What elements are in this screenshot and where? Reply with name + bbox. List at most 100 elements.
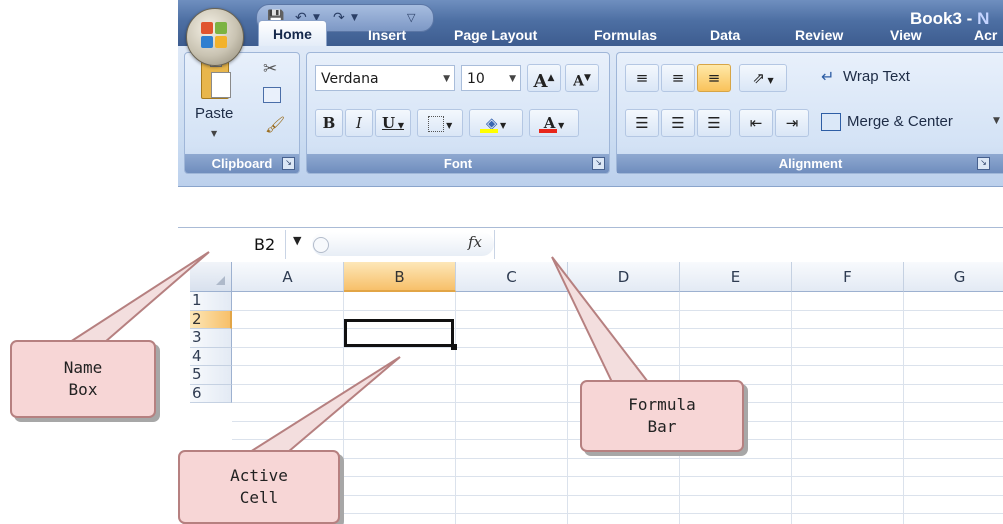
- callout-formula-bar: Formula Bar: [580, 380, 744, 452]
- column-header-d[interactable]: D: [568, 262, 680, 292]
- fill-handle[interactable]: [451, 344, 457, 350]
- active-cell-b2[interactable]: [344, 319, 454, 347]
- grow-font-label: A: [533, 71, 548, 92]
- font-size-select[interactable]: 10 ▼: [461, 65, 521, 91]
- column-header-e[interactable]: E: [680, 262, 792, 292]
- orientation-button[interactable]: ⇗ ▼: [739, 64, 787, 92]
- align-left-button[interactable]: ☰: [625, 109, 659, 137]
- row-gridline: [232, 457, 1003, 459]
- alignment-group-label: Alignment: [617, 154, 1003, 173]
- office-button[interactable]: [186, 8, 244, 66]
- align-center-icon: ☰: [671, 114, 685, 132]
- callout-active-cell: Active Cell: [178, 450, 340, 524]
- decrease-indent-button[interactable]: ⇤: [739, 109, 773, 137]
- formula-input[interactable]: [494, 230, 1003, 259]
- grow-font-button[interactable]: A▲: [527, 64, 561, 92]
- merge-center-icon: [821, 113, 841, 131]
- name-box[interactable]: B2: [184, 230, 286, 259]
- font-name-select[interactable]: Verdana ▼: [315, 65, 455, 91]
- formula-bar: B2 ▼ fx: [178, 227, 1003, 263]
- row-header-3[interactable]: 3: [190, 329, 232, 348]
- select-all-icon: [216, 276, 225, 285]
- middle-align-icon: ≡: [671, 69, 685, 87]
- tab-formulas[interactable]: Formulas: [594, 24, 657, 46]
- row-gridline: [232, 476, 1003, 477]
- tab-home[interactable]: Home: [258, 20, 327, 47]
- italic-button[interactable]: I: [345, 109, 373, 137]
- alignment-launcher-icon[interactable]: ↘: [977, 157, 990, 170]
- column-header-b[interactable]: B: [344, 262, 456, 292]
- column-gridline: [791, 292, 792, 524]
- column-header-g[interactable]: G: [904, 262, 1003, 292]
- font-size-value: 10: [467, 71, 485, 87]
- font-launcher-icon[interactable]: ↘: [592, 157, 605, 170]
- cancel-entry-icon[interactable]: [313, 237, 329, 253]
- clipboard-group: Paste ▼ ✂ 🖌 Clipboard ↘: [184, 52, 300, 174]
- top-align-button[interactable]: ≡: [625, 64, 659, 92]
- wrap-text-label: Wrap Text: [843, 68, 910, 85]
- font-color-button[interactable]: A ▼: [529, 109, 579, 137]
- tab-acrobat[interactable]: Acr: [974, 24, 997, 46]
- ribbon-tabs: Home Insert Page Layout Formulas Data Re…: [178, 0, 1003, 47]
- column-header-f[interactable]: F: [792, 262, 904, 292]
- merge-center-label: Merge & Center: [847, 113, 953, 130]
- font-group-label: Font: [307, 154, 609, 173]
- tab-view[interactable]: View: [890, 24, 922, 46]
- alignment-label-text: Alignment: [778, 156, 843, 171]
- tab-review[interactable]: Review: [795, 24, 843, 46]
- row-header-5[interactable]: 5: [190, 366, 232, 385]
- paste-dropdown-icon[interactable]: ▼: [211, 129, 217, 138]
- decrease-indent-icon: ⇤: [749, 114, 763, 132]
- row-header-2[interactable]: 2: [190, 310, 232, 329]
- shrink-font-button[interactable]: A▼: [565, 64, 599, 92]
- wrap-text-icon: ↵: [821, 67, 835, 86]
- row-header-1[interactable]: 1: [190, 292, 232, 311]
- wrap-text-button[interactable]: ↵ Wrap Text: [819, 65, 969, 91]
- ribbon: Paste ▼ ✂ 🖌 Clipboard ↘ Verdana ▼ 10 ▼ A▲ …: [178, 46, 1003, 187]
- bottom-align-button[interactable]: ≡: [697, 64, 731, 92]
- alignment-group: ≡ ≡ ≡ ⇗ ▼ ☰ ☰ ☰ ⇤ ⇥ ↵ Wrap Text Merge & …: [616, 52, 1003, 174]
- clipboard-launcher-icon[interactable]: ↘: [282, 157, 295, 170]
- underline-label: U: [381, 114, 396, 132]
- clipboard-label-text: Clipboard: [211, 156, 273, 171]
- fill-color-swatch: [480, 129, 498, 133]
- paste-label: Paste: [195, 105, 234, 122]
- align-left-icon: ☰: [635, 114, 649, 132]
- merge-center-dropdown-icon: ▼: [993, 116, 1000, 126]
- column-header-c[interactable]: C: [456, 262, 568, 292]
- format-painter-icon[interactable]: 🖌: [265, 115, 285, 134]
- borders-button[interactable]: ▼: [417, 109, 463, 137]
- font-group: Verdana ▼ 10 ▼ A▲ A▼ B I U ▼ ▼ ◈ ▼ A ▼ Fon…: [306, 52, 610, 174]
- row-header-4[interactable]: 4: [190, 347, 232, 366]
- column-header-a[interactable]: A: [232, 262, 344, 292]
- middle-align-button[interactable]: ≡: [661, 64, 695, 92]
- row-gridline: [232, 365, 1003, 366]
- office-logo-icon: [201, 22, 229, 50]
- merge-center-button[interactable]: Merge & Center ▼: [819, 110, 1003, 136]
- bold-button[interactable]: B: [315, 109, 343, 137]
- row-gridline: [232, 494, 1003, 496]
- cut-icon[interactable]: ✂: [263, 59, 277, 79]
- borders-icon: [427, 115, 444, 132]
- font-name-value: Verdana: [321, 71, 379, 87]
- insert-function-button[interactable]: fx: [468, 233, 482, 251]
- align-right-button[interactable]: ☰: [697, 109, 731, 137]
- font-name-dropdown-icon: ▼: [443, 74, 450, 84]
- fill-color-button[interactable]: ◈ ▼: [469, 109, 523, 137]
- tab-page-layout[interactable]: Page Layout: [454, 24, 537, 46]
- underline-button[interactable]: U ▼: [375, 109, 411, 137]
- select-all-button[interactable]: [190, 262, 232, 292]
- row-header-6[interactable]: 6: [190, 384, 232, 403]
- name-box-dropdown-icon[interactable]: ▼: [293, 234, 301, 247]
- row-gridline: [232, 513, 1003, 514]
- paste-button[interactable]: Paste ▼: [191, 59, 241, 147]
- name-box-value: B2: [254, 235, 276, 254]
- tab-data[interactable]: Data: [710, 24, 740, 46]
- increase-indent-button[interactable]: ⇥: [775, 109, 809, 137]
- copy-icon[interactable]: [263, 87, 281, 103]
- align-center-button[interactable]: ☰: [661, 109, 695, 137]
- callout-name-box: Name Box: [10, 340, 156, 418]
- font-color-swatch: [539, 129, 557, 133]
- top-align-icon: ≡: [635, 69, 649, 87]
- tab-insert[interactable]: Insert: [368, 24, 406, 46]
